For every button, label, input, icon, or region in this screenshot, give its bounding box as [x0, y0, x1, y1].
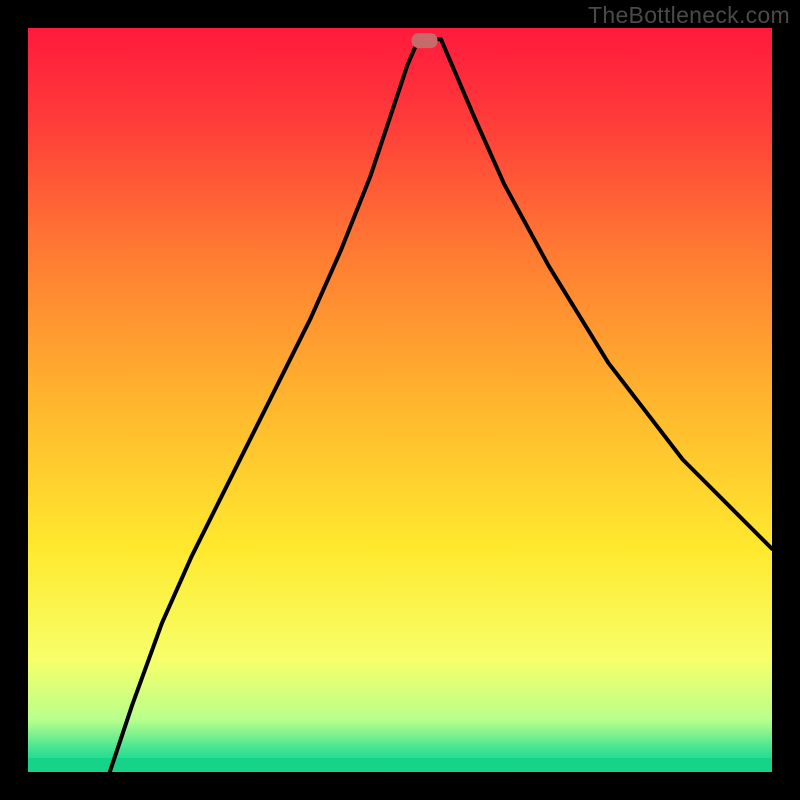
minimum-marker	[412, 33, 438, 48]
plot-background	[28, 28, 772, 772]
bottleneck-chart	[0, 0, 800, 800]
watermark-label: TheBottleneck.com	[588, 2, 790, 29]
chart-container: TheBottleneck.com	[0, 0, 800, 800]
bottom-band	[28, 758, 772, 772]
